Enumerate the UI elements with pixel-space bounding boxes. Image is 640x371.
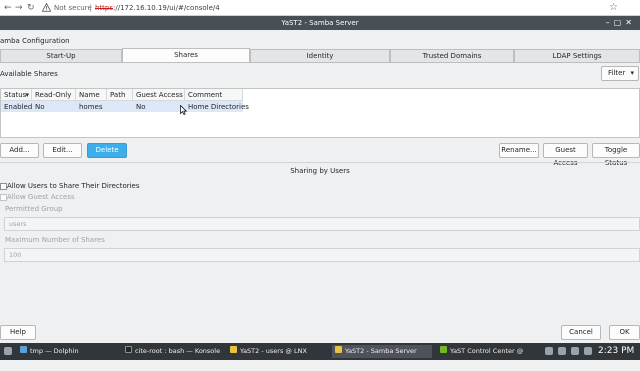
- tray-chevron-icon[interactable]: [584, 347, 592, 355]
- taskbar-item-label: cite-root : bash — Konsole: [135, 347, 221, 355]
- cell-guest-access: No: [136, 103, 146, 111]
- delete-button[interactable]: Delete: [87, 143, 127, 158]
- window-title: YaST2 - Samba Server: [281, 19, 359, 27]
- window-controls[interactable]: –▢✕: [606, 16, 636, 30]
- max-shares-field[interactable]: 100: [4, 248, 640, 262]
- dialog-heading: amba Configuration: [0, 37, 70, 45]
- column-header-label: Status: [4, 91, 27, 99]
- taskbar-item-label: YaST Control Center @ LNX: [450, 347, 524, 368]
- taskbar-item-konsole[interactable]: cite-root : bash — Konsole: [122, 345, 222, 358]
- taskbar-item-yast-samba[interactable]: YaST2 - Samba Server: [332, 345, 432, 358]
- filter-label: Filter: [608, 69, 626, 77]
- tray-network-icon[interactable]: [558, 347, 566, 355]
- sharing-by-users-title: Sharing by Users: [290, 167, 350, 175]
- url-separator: |: [89, 3, 92, 12]
- cell-name: homes: [79, 103, 103, 111]
- section-divider: [0, 162, 640, 163]
- column-header-read-only[interactable]: Read-Only: [32, 89, 76, 101]
- not-secure-label[interactable]: Not secure: [54, 2, 92, 14]
- allow-users-checkbox[interactable]: [0, 183, 7, 190]
- warning-triangle-icon[interactable]: [42, 3, 51, 12]
- shares-table[interactable]: Status ▾ Read-Only Name Path Guest Acces…: [0, 88, 640, 138]
- taskbar-item-label: tmp — Dolphin: [30, 347, 79, 355]
- url-path: ://172.16.10.19/ui/#/console/4: [113, 4, 220, 12]
- max-shares-value: 100: [9, 251, 22, 259]
- tray-volume-icon[interactable]: [571, 347, 579, 355]
- tray-monitor-icon[interactable]: [545, 347, 553, 355]
- tab-identity[interactable]: Identity: [250, 49, 390, 62]
- taskbar-item-dolphin[interactable]: tmp — Dolphin: [17, 345, 117, 358]
- ok-button[interactable]: OK: [609, 325, 640, 340]
- guest-access-button[interactable]: Guest Access: [543, 143, 588, 167]
- app-launcher-icon[interactable]: [4, 347, 12, 355]
- column-header-status[interactable]: Status ▾: [1, 89, 32, 101]
- url-scheme: https: [95, 4, 114, 12]
- bookmark-star-icon[interactable]: ☆: [609, 1, 618, 14]
- taskbar-item-yast-control-center[interactable]: YaST Control Center @ LNX: [437, 345, 537, 368]
- clock[interactable]: 2:23 PM: [598, 345, 634, 358]
- yast-icon: [230, 346, 237, 353]
- allow-users-label: Allow Users to Share Their Directories: [7, 182, 140, 190]
- folder-icon: [20, 346, 27, 353]
- back-arrow-icon[interactable]: ←: [4, 2, 12, 14]
- available-shares-label: Available Shares: [0, 70, 58, 78]
- terminal-icon: [125, 346, 132, 353]
- tab-shares[interactable]: Shares: [122, 48, 250, 63]
- mouse-cursor-icon: [180, 105, 187, 115]
- permitted-group-label: Permitted Group: [5, 205, 63, 213]
- column-header-guest-access[interactable]: Guest Access: [133, 89, 185, 101]
- taskbar-item-yast-users[interactable]: YaST2 - users @ LNX: [227, 345, 329, 358]
- allow-guest-checkbox[interactable]: [0, 194, 7, 201]
- taskbar-item-label: YaST2 - users @ LNX: [240, 347, 307, 355]
- taskbar: tmp — Dolphin cite-root : bash — Konsole…: [0, 343, 640, 368]
- permitted-group-field[interactable]: users: [4, 217, 640, 231]
- yast-icon: [335, 346, 342, 353]
- tab-trusted-domains[interactable]: Trusted Domains: [390, 49, 514, 62]
- cell-read-only: No: [35, 103, 45, 111]
- column-header-path[interactable]: Path: [107, 89, 133, 101]
- window-title-bar: YaST2 - Samba Server –▢✕: [0, 16, 640, 30]
- max-shares-label: Maximum Number of Shares: [5, 236, 105, 244]
- yast-control-center-icon: [440, 346, 447, 353]
- tab-start-up[interactable]: Start-Up: [0, 49, 122, 62]
- cell-status: Enabled: [4, 103, 33, 111]
- reload-icon[interactable]: ↻: [27, 2, 35, 14]
- toggle-status-button[interactable]: Toggle Status: [592, 143, 640, 167]
- cell-comment: Home Directories: [188, 103, 249, 111]
- filter-button[interactable]: Filter ▾: [601, 66, 639, 81]
- forward-arrow-icon[interactable]: →: [15, 2, 23, 14]
- taskbar-item-label: YaST2 - Samba Server: [345, 347, 417, 355]
- allow-guest-label: Allow Guest Access: [7, 193, 75, 201]
- rename-button[interactable]: Rename...: [499, 143, 539, 158]
- column-header-comment[interactable]: Comment: [185, 89, 243, 101]
- column-header-name[interactable]: Name: [76, 89, 107, 101]
- edit-button[interactable]: Edit...: [43, 143, 82, 158]
- cancel-button[interactable]: Cancel: [561, 325, 601, 340]
- sort-chevron-icon: ▾: [25, 91, 29, 99]
- tab-ldap-settings[interactable]: LDAP Settings: [514, 49, 640, 62]
- chevron-down-icon: ▾: [630, 69, 634, 77]
- help-button[interactable]: Help: [0, 325, 36, 340]
- url-field[interactable]: https://172.16.10.19/ui/#/console/4: [95, 2, 220, 14]
- browser-address-bar: ← → ↻ Not secure | https://172.16.10.19/…: [0, 0, 640, 16]
- add-button[interactable]: Add...: [0, 143, 39, 158]
